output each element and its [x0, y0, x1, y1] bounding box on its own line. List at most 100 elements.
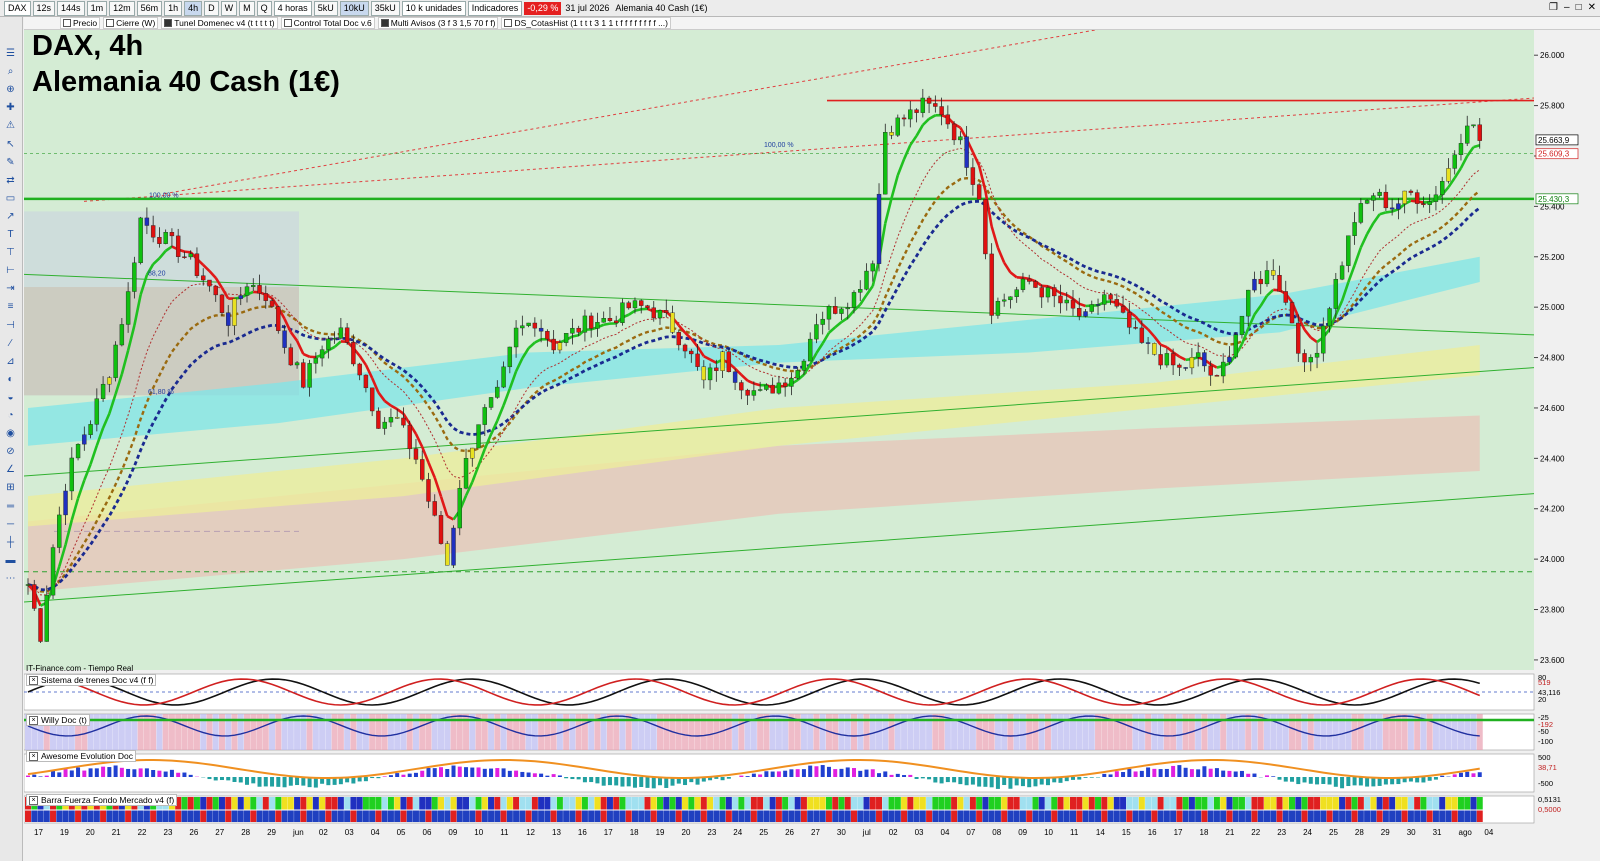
awesome-bar [945, 777, 950, 783]
awesome-bar [927, 777, 932, 780]
zoom-icon[interactable]: ⊕ [4, 83, 17, 96]
cross-icon[interactable]: ┼ [4, 536, 17, 549]
unit-button[interactable]: 10kU [339, 0, 369, 16]
force-block-top [1345, 797, 1352, 810]
indicator-toggle[interactable]: DS_CotasHist (1 t t t 3 1 1 t f f f f f … [501, 17, 671, 29]
candle-body [269, 300, 275, 307]
candle-body [620, 302, 625, 324]
circle-icon[interactable]: ◉ [4, 427, 17, 440]
timeframe-button[interactable]: 144s [57, 0, 85, 16]
pie-icon[interactable]: ◔ [4, 409, 17, 422]
panel-close-icon[interactable]: × [29, 795, 38, 805]
alert-icon[interactable]: ⚠ [4, 119, 17, 132]
more-icon[interactable]: ⋯ [4, 572, 17, 585]
swap-icon[interactable]: ⇄ [4, 174, 17, 187]
crosshair-icon[interactable]: ✚ [4, 101, 17, 114]
timeframe-button[interactable]: Q [256, 0, 272, 16]
channel-icon[interactable]: ⊢ [4, 264, 17, 277]
timeframe-button[interactable]: 12s [32, 0, 56, 16]
period-select[interactable]: 4 horas [273, 0, 312, 16]
timeframe-button[interactable]: 56m [136, 0, 163, 16]
force-block-bottom [882, 810, 889, 822]
unit-button[interactable]: 5kU [313, 0, 338, 16]
search-icon[interactable]: ⌕ [4, 65, 17, 78]
checkbox-icon[interactable] [283, 19, 292, 27]
maximize-icon[interactable]: □ [1576, 2, 1582, 13]
unit-button[interactable]: 35kU [370, 0, 400, 16]
lines-icon[interactable]: ≡ [4, 300, 17, 313]
text-icon[interactable]: T [4, 228, 17, 241]
double-line-icon[interactable]: ═ [4, 500, 17, 513]
rectangle-icon[interactable]: ▭ [4, 192, 17, 205]
arc-icon[interactable]: ◒ [4, 391, 17, 404]
force-block-bottom [832, 810, 839, 822]
fib-icon[interactable]: ⊤ [4, 246, 17, 259]
symbol-select[interactable]: DAX [4, 0, 31, 16]
timeframe-button[interactable]: 1h [164, 0, 183, 16]
half-circle-icon[interactable]: ◐ [4, 373, 17, 386]
x-tick-label: 19 [60, 828, 69, 837]
timeframe-button[interactable]: 1m [86, 0, 108, 16]
force-block-top [832, 797, 839, 810]
timeframe-button[interactable]: 4h [184, 0, 203, 16]
angle-icon[interactable]: ∠ [4, 463, 17, 476]
indicator-toggle[interactable]: Precio [60, 17, 101, 29]
checkbox-icon[interactable] [106, 19, 115, 27]
checkbox-icon[interactable] [63, 19, 71, 27]
triangle-icon[interactable]: ⊿ [4, 355, 17, 368]
ma-fast-segment [1379, 211, 1387, 216]
indicators-button[interactable]: Indicadores [467, 0, 523, 16]
force-block-bottom [106, 810, 113, 822]
indicator-toggle[interactable]: Control Total Doc v.6 [280, 17, 375, 29]
trendline-icon[interactable]: ↗ [4, 210, 17, 223]
candle-body [632, 300, 638, 309]
minimize-icon[interactable]: – [1564, 2, 1570, 13]
indicator-toggle[interactable]: Tunel Domenec v4 (t t t t t) [161, 17, 278, 29]
cursor-icon[interactable]: ↖ [4, 138, 17, 151]
awesome-bar [138, 768, 143, 777]
extend-icon[interactable]: ⇥ [4, 282, 17, 295]
force-block-bottom [1201, 810, 1208, 822]
force-block-top [825, 797, 832, 810]
timeframe-button[interactable]: D [204, 0, 219, 16]
force-block-top [287, 797, 294, 810]
awesome-bar [464, 767, 469, 777]
grid-icon[interactable]: ⊞ [4, 481, 17, 494]
chart-canvas[interactable]: 26.00025.80025.60025.40025.20025.00024.8… [24, 30, 1600, 861]
checkbox-icon[interactable] [164, 19, 173, 27]
no-icon[interactable]: ⊘ [4, 445, 17, 458]
bracket-icon[interactable]: ⊣ [4, 319, 17, 332]
force-block-bottom [1439, 810, 1446, 822]
timeframe-button[interactable]: M [239, 0, 255, 16]
indicator-toggle[interactable]: Cierre (W) [103, 17, 159, 29]
checkbox-icon[interactable] [380, 19, 389, 27]
menu-icon[interactable]: ☰ [4, 47, 17, 60]
ray-icon[interactable]: ∕ [4, 337, 17, 350]
units-select[interactable]: 10 k unidades [401, 0, 466, 16]
pencil-icon[interactable]: ✎ [4, 156, 17, 169]
candle-body [125, 291, 131, 325]
panel-close-icon[interactable]: × [29, 675, 38, 685]
force-block-top [788, 797, 795, 810]
force-block-bottom [1457, 810, 1464, 822]
force-block-top [1320, 797, 1327, 810]
checkbox-icon[interactable] [504, 19, 513, 27]
hline-icon[interactable]: ─ [4, 518, 17, 531]
timeframe-button[interactable]: 12m [109, 0, 135, 16]
indicator-toggle[interactable]: Multi Avisos (3 f 3 1,5 70 f f) [377, 17, 499, 29]
candle-body [226, 312, 231, 326]
bar-icon[interactable]: ▬ [4, 554, 17, 567]
force-block-bottom [957, 810, 964, 822]
candle-body [1227, 356, 1232, 363]
awesome-bar [1127, 768, 1132, 777]
panel-close-icon[interactable]: × [29, 715, 38, 725]
force-block-bottom [1113, 810, 1120, 822]
timeframe-button[interactable]: W [220, 0, 238, 16]
force-block-top [606, 797, 613, 810]
close-icon[interactable]: ✕ [1588, 2, 1596, 13]
restore-icon[interactable]: ❐ [1549, 2, 1558, 13]
panel-close-icon[interactable]: × [29, 751, 38, 761]
awesome-bar [845, 767, 850, 777]
force-block-bottom [50, 810, 57, 822]
awesome-bar [626, 777, 631, 787]
